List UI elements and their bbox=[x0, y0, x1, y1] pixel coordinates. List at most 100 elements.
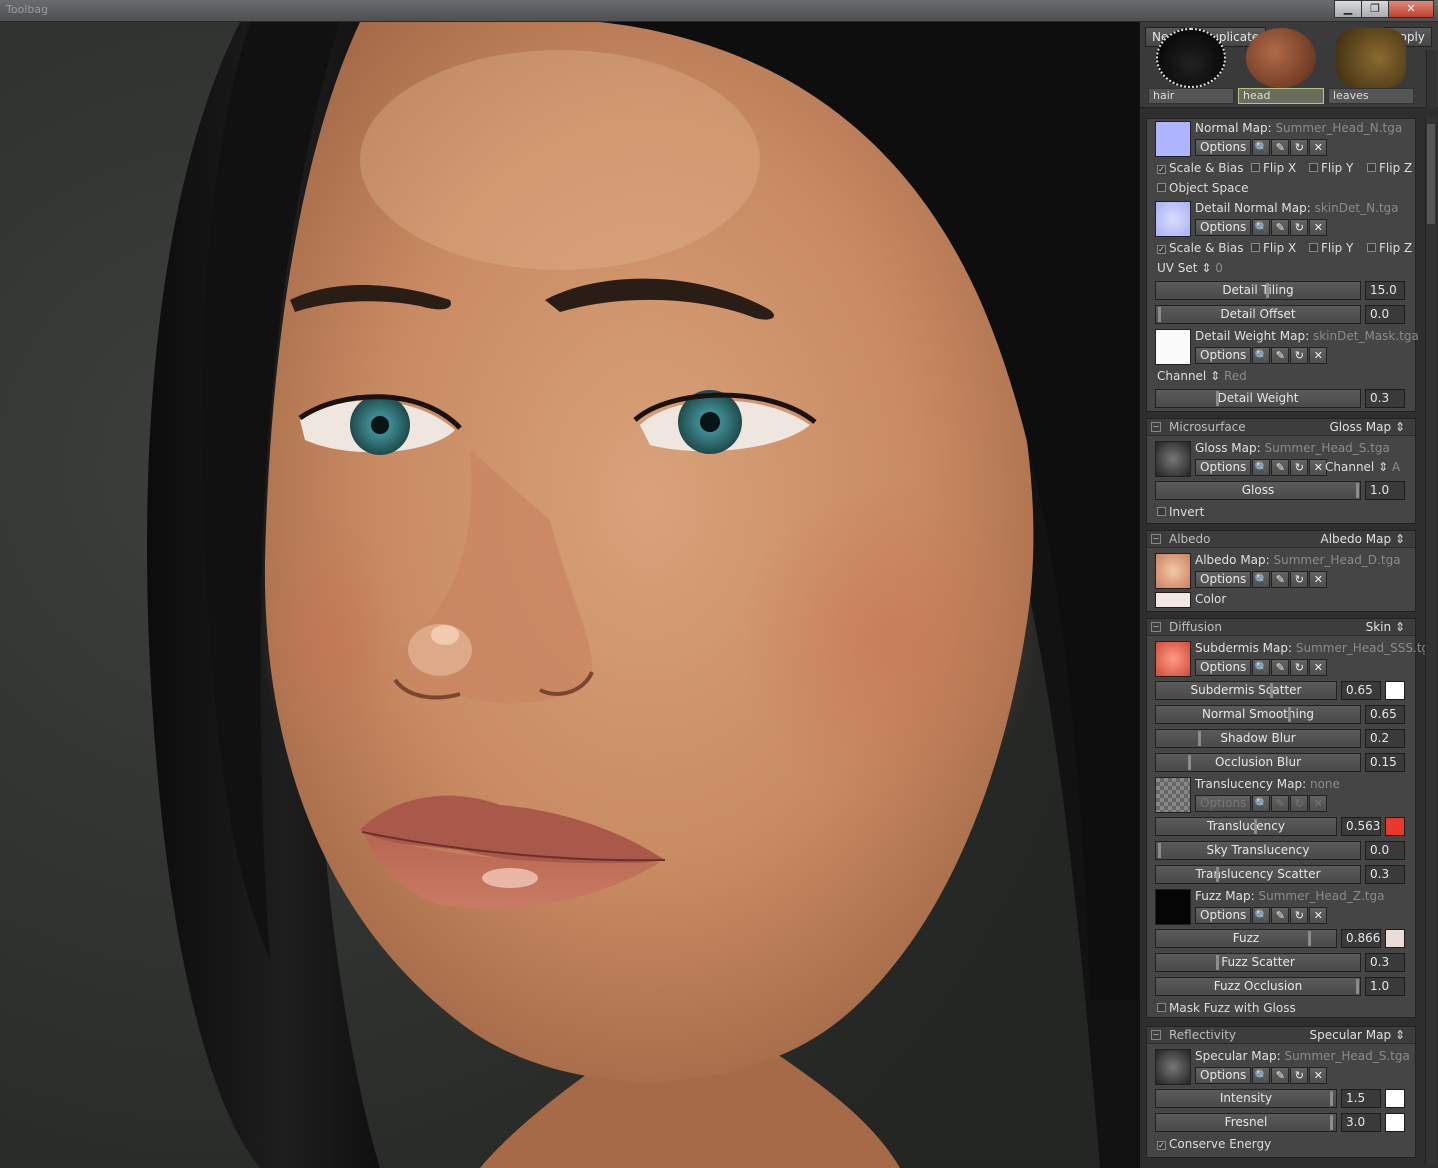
mask-fuzz-checkbox[interactable]: Mask Fuzz with Gloss bbox=[1157, 1001, 1296, 1015]
sky-translucency-slider[interactable]: Sky Translucency bbox=[1155, 841, 1361, 860]
detail-tiling-field[interactable]: 15.0 bbox=[1365, 281, 1405, 300]
panel-scrollbar[interactable] bbox=[1425, 118, 1436, 1164]
shadow-blur-slider[interactable]: Shadow Blur bbox=[1155, 729, 1361, 748]
albedo-map-thumb[interactable] bbox=[1155, 553, 1191, 589]
translucency-scatter-field[interactable]: 0.3 bbox=[1365, 865, 1405, 884]
reload-icon[interactable]: ↻ bbox=[1290, 571, 1309, 588]
gloss-slider[interactable]: Gloss bbox=[1155, 481, 1361, 500]
normal-map-thumb[interactable] bbox=[1155, 121, 1191, 157]
conserve-energy-checkbox[interactable]: ✓ Conserve Energy bbox=[1157, 1137, 1271, 1151]
clear-icon[interactable]: ✕ bbox=[1309, 571, 1328, 588]
fuzz-color-swatch[interactable] bbox=[1385, 929, 1405, 948]
fresnel-color-swatch[interactable] bbox=[1385, 1113, 1405, 1132]
material-thumb-hair[interactable]: hair bbox=[1148, 28, 1234, 106]
albedo-header[interactable]: − Albedo Albedo Map ⇕ bbox=[1147, 531, 1415, 548]
fuzz-occlusion-slider[interactable]: Fuzz Occlusion bbox=[1155, 977, 1361, 996]
detail-weight-options-button[interactable]: Options bbox=[1195, 347, 1252, 364]
clear-icon[interactable]: ✕ bbox=[1309, 347, 1328, 364]
reload-icon[interactable]: ↻ bbox=[1290, 347, 1309, 364]
gloss-map-thumb[interactable] bbox=[1155, 441, 1191, 477]
clear-icon[interactable]: ✕ bbox=[1309, 139, 1328, 156]
detail-flip-y-checkbox[interactable]: Flip Y bbox=[1309, 241, 1353, 255]
edit-icon[interactable]: ✎ bbox=[1271, 1067, 1290, 1084]
reload-icon[interactable]: ↻ bbox=[1290, 1067, 1309, 1084]
fresnel-field[interactable]: 3.0 bbox=[1341, 1113, 1381, 1132]
fuzz-slider[interactable]: Fuzz bbox=[1155, 929, 1337, 948]
edit-icon[interactable]: ✎ bbox=[1271, 659, 1290, 676]
detail-normal-options-button[interactable]: Options bbox=[1195, 219, 1252, 236]
subdermis-options-button[interactable]: Options bbox=[1195, 659, 1252, 676]
fuzz-scatter-slider[interactable]: Fuzz Scatter bbox=[1155, 953, 1361, 972]
clear-icon[interactable]: ✕ bbox=[1309, 1067, 1328, 1084]
detail-scale-bias-checkbox[interactable]: ✓ Scale & Bias bbox=[1157, 241, 1243, 255]
subdermis-color-swatch[interactable] bbox=[1385, 681, 1405, 700]
flip-y-checkbox[interactable]: Flip Y bbox=[1309, 161, 1353, 175]
albedo-options-button[interactable]: Options bbox=[1195, 571, 1252, 588]
translucency-field[interactable]: 0.563 bbox=[1341, 817, 1381, 836]
subdermis-scatter-field[interactable]: 0.65 bbox=[1341, 681, 1381, 700]
microsurface-header[interactable]: − Microsurface Gloss Map ⇕ bbox=[1147, 419, 1415, 436]
fuzz-scatter-field[interactable]: 0.3 bbox=[1365, 953, 1405, 972]
normal-smoothing-field[interactable]: 0.65 bbox=[1365, 705, 1405, 724]
flip-z-checkbox[interactable]: Flip Z bbox=[1367, 161, 1412, 175]
detail-offset-field[interactable]: 0.0 bbox=[1365, 305, 1405, 324]
translucency-map-thumb[interactable] bbox=[1155, 777, 1191, 813]
gloss-options-button[interactable]: Options bbox=[1195, 459, 1252, 476]
edit-icon[interactable]: ✎ bbox=[1271, 795, 1290, 812]
search-icon[interactable]: 🔍 bbox=[1252, 139, 1271, 156]
search-icon[interactable]: 🔍 bbox=[1252, 459, 1271, 476]
search-icon[interactable]: 🔍 bbox=[1252, 907, 1271, 924]
fuzz-occlusion-field[interactable]: 1.0 bbox=[1365, 977, 1405, 996]
fresnel-slider[interactable]: Fresnel bbox=[1155, 1113, 1337, 1132]
intensity-field[interactable]: 1.5 bbox=[1341, 1089, 1381, 1108]
edit-icon[interactable]: ✎ bbox=[1271, 459, 1290, 476]
reload-icon[interactable]: ↻ bbox=[1290, 659, 1309, 676]
translucency-slider[interactable]: Translucency bbox=[1155, 817, 1337, 836]
intensity-slider[interactable]: Intensity bbox=[1155, 1089, 1337, 1108]
reload-icon[interactable]: ↻ bbox=[1290, 907, 1309, 924]
edit-icon[interactable]: ✎ bbox=[1271, 347, 1290, 364]
detail-flip-z-checkbox[interactable]: Flip Z bbox=[1367, 241, 1412, 255]
diffusion-mode-dropdown[interactable]: Skin ⇕ bbox=[1366, 619, 1405, 635]
invert-checkbox[interactable]: Invert bbox=[1157, 505, 1204, 519]
clear-icon[interactable]: ✕ bbox=[1309, 219, 1328, 236]
translucency-scatter-slider[interactable]: Translucency Scatter bbox=[1155, 865, 1361, 884]
detail-offset-slider[interactable]: Detail Offset bbox=[1155, 305, 1361, 324]
search-icon[interactable]: 🔍 bbox=[1252, 219, 1271, 236]
clear-icon[interactable]: ✕ bbox=[1309, 907, 1328, 924]
translucency-options-button[interactable]: Options bbox=[1195, 795, 1252, 812]
edit-icon[interactable]: ✎ bbox=[1271, 219, 1290, 236]
subdermis-map-thumb[interactable] bbox=[1155, 641, 1191, 677]
gloss-channel-dropdown[interactable]: Channel ⇕ A bbox=[1325, 460, 1400, 474]
uv-set-dropdown[interactable]: UV Set ⇕ 0 bbox=[1157, 261, 1223, 275]
specular-map-thumb[interactable] bbox=[1155, 1049, 1191, 1085]
thumbnail-scrollbar[interactable] bbox=[1426, 50, 1437, 108]
microsurface-mode-dropdown[interactable]: Gloss Map ⇕ bbox=[1330, 419, 1406, 435]
material-thumb-head[interactable]: head bbox=[1238, 28, 1324, 106]
minimize-button[interactable]: ▁ bbox=[1334, 0, 1362, 18]
edit-icon[interactable]: ✎ bbox=[1271, 139, 1290, 156]
diffusion-header[interactable]: − Diffusion Skin ⇕ bbox=[1147, 619, 1415, 636]
detail-weight-slider[interactable]: Detail Weight bbox=[1155, 389, 1361, 408]
albedo-mode-dropdown[interactable]: Albedo Map ⇕ bbox=[1320, 531, 1405, 547]
detail-weight-field[interactable]: 0.3 bbox=[1365, 389, 1405, 408]
close-button[interactable]: ✕ bbox=[1388, 0, 1434, 18]
fuzz-map-thumb[interactable] bbox=[1155, 889, 1191, 925]
specular-color-swatch[interactable] bbox=[1385, 1089, 1405, 1108]
edit-icon[interactable]: ✎ bbox=[1271, 907, 1290, 924]
reload-icon[interactable]: ↻ bbox=[1290, 459, 1309, 476]
detail-weight-map-thumb[interactable] bbox=[1155, 329, 1191, 365]
clear-icon[interactable]: ✕ bbox=[1309, 659, 1328, 676]
shadow-blur-field[interactable]: 0.2 bbox=[1365, 729, 1405, 748]
reload-icon[interactable]: ↻ bbox=[1290, 219, 1309, 236]
occlusion-blur-field[interactable]: 0.15 bbox=[1365, 753, 1405, 772]
clear-icon[interactable]: ✕ bbox=[1309, 795, 1328, 812]
restore-button[interactable]: ❐ bbox=[1361, 0, 1389, 18]
reload-icon[interactable]: ↻ bbox=[1290, 795, 1309, 812]
search-icon[interactable]: 🔍 bbox=[1252, 659, 1271, 676]
reload-icon[interactable]: ↻ bbox=[1290, 139, 1309, 156]
detail-tiling-slider[interactable]: Detail Tiling bbox=[1155, 281, 1361, 300]
detail-normal-thumb[interactable] bbox=[1155, 201, 1191, 237]
panel-scrollbar-thumb[interactable] bbox=[1427, 124, 1435, 224]
3d-viewport[interactable] bbox=[0, 0, 1139, 1168]
